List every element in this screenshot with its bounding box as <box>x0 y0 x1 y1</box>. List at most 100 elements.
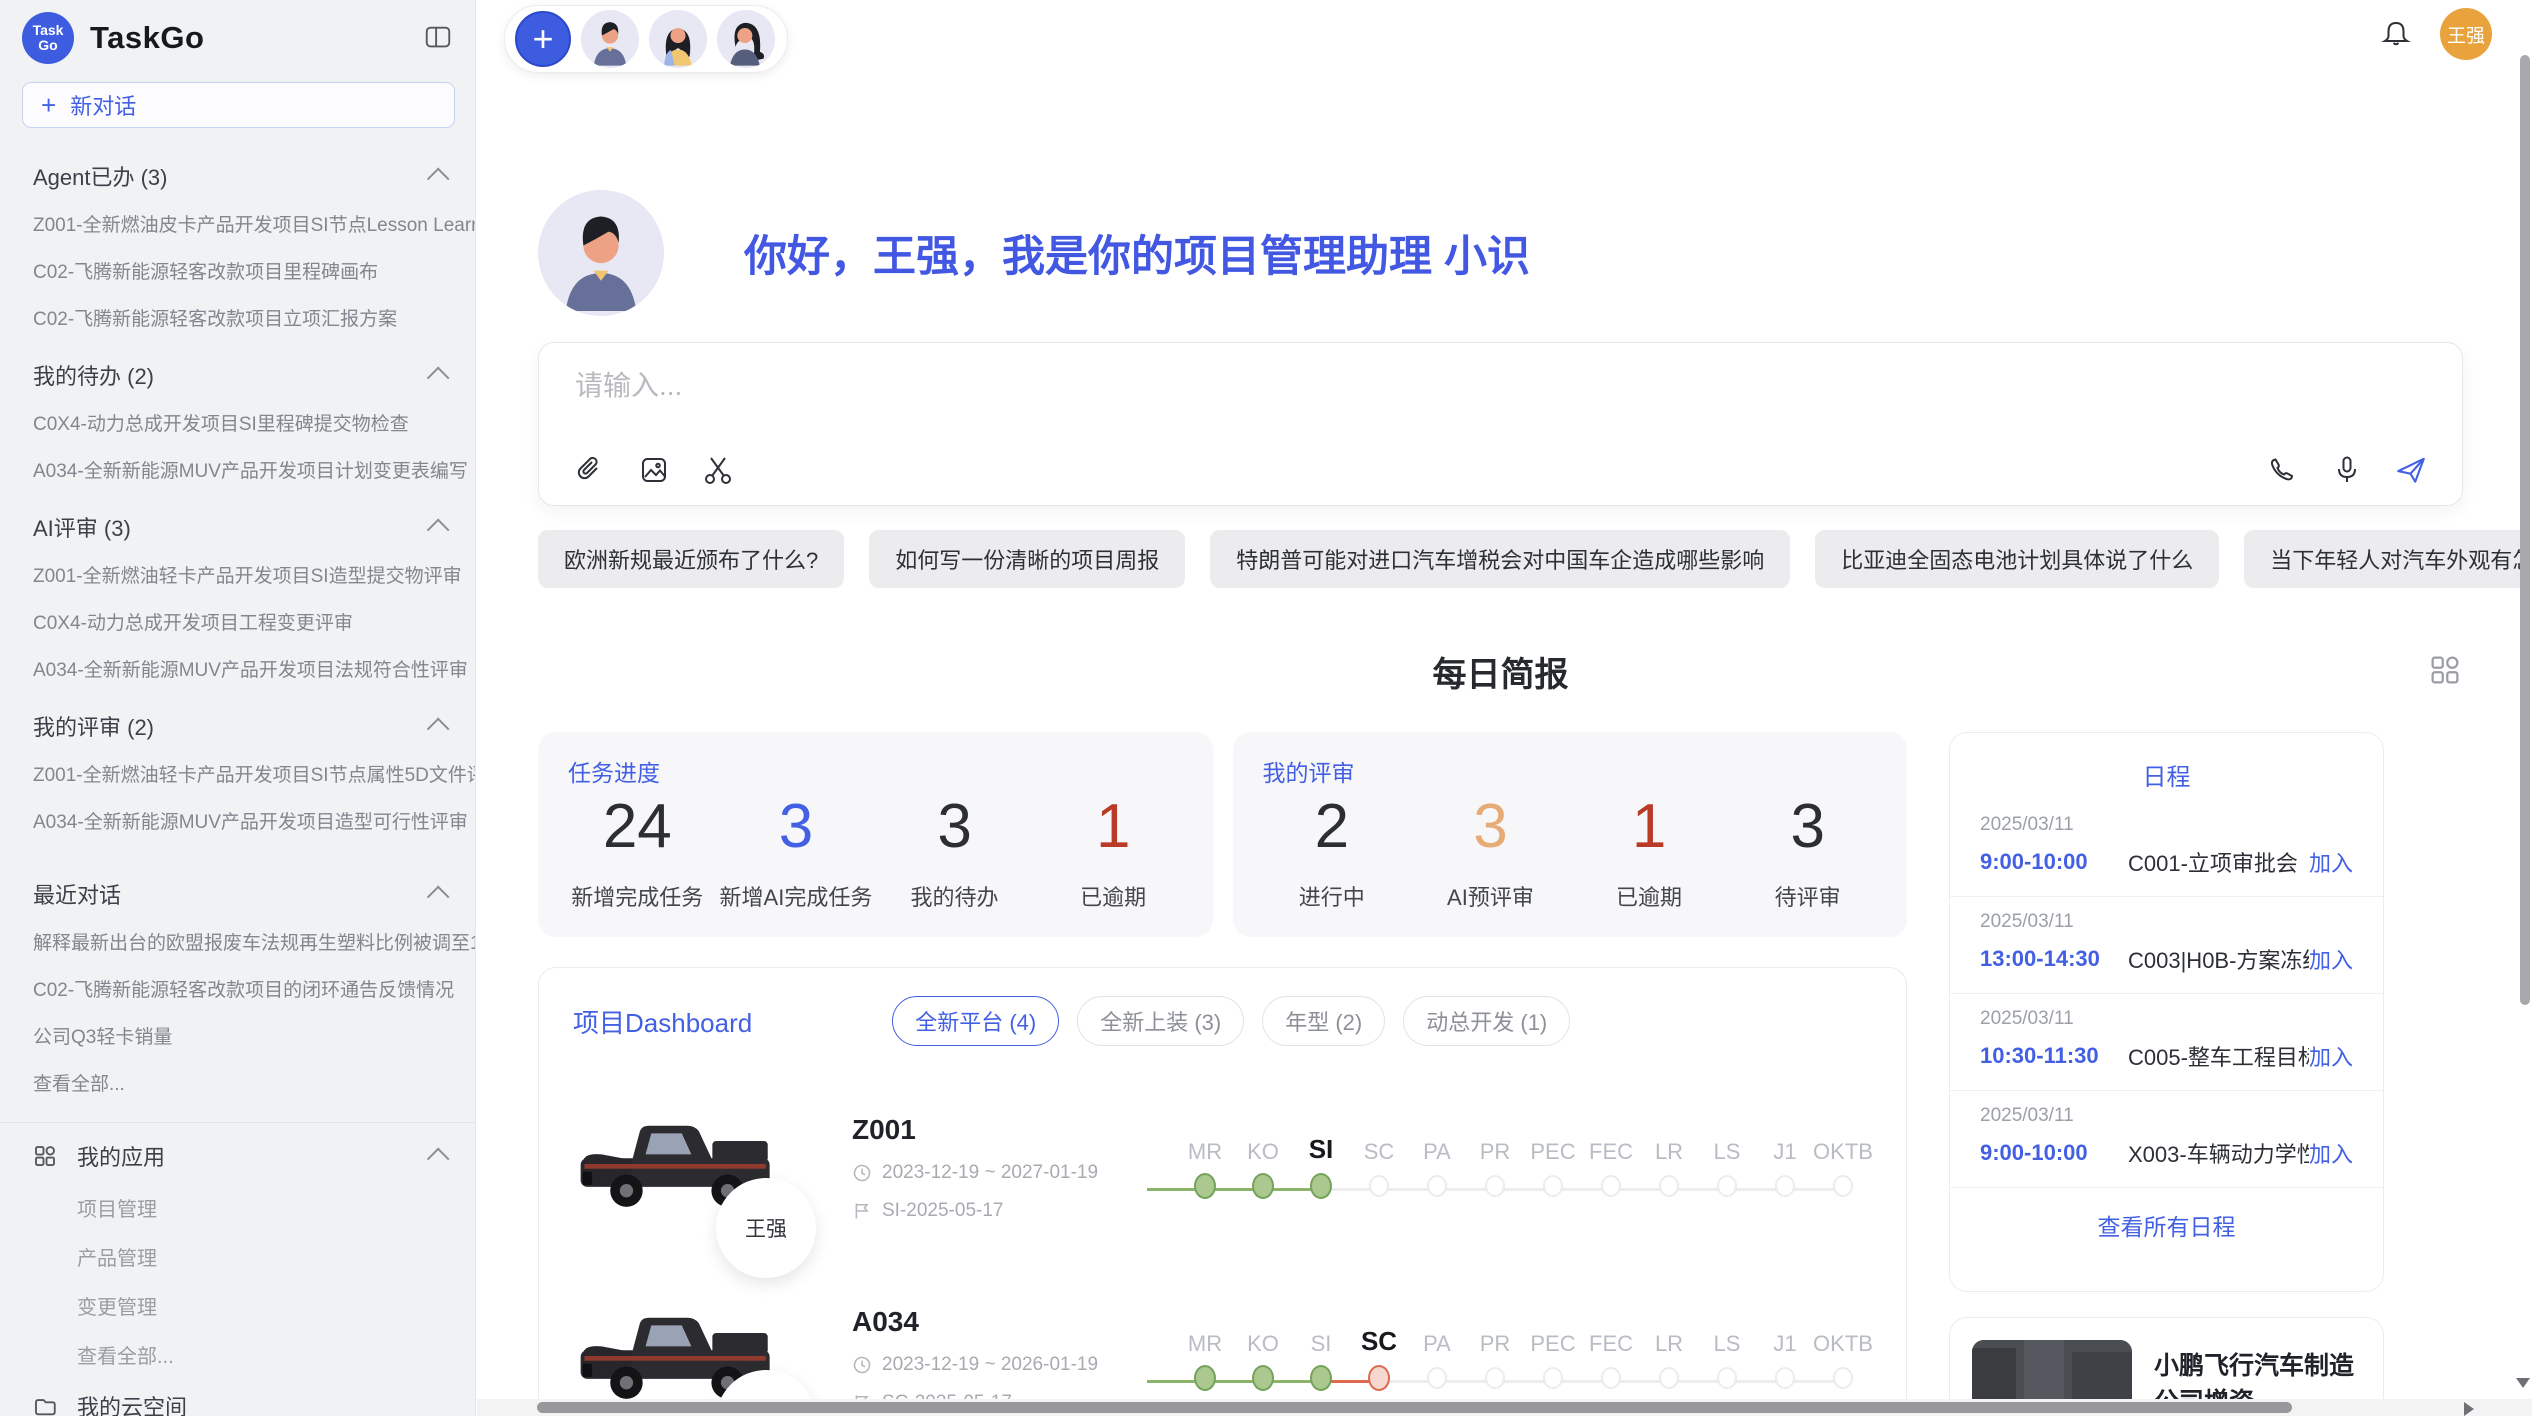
message-composer <box>538 342 2463 506</box>
my-apps-label: 我的应用 <box>77 1140 165 1172</box>
horizontal-scrollbar-thumb[interactable] <box>537 1402 2292 1413</box>
event-title: C001-立项审批会 <box>2128 846 2309 878</box>
sidebar-item[interactable]: A034-全新新能源MUV产品开发项目计划变更表编写 <box>0 446 475 493</box>
milestone-node <box>1601 1175 1621 1197</box>
milestone-label: PEC <box>1530 1131 1575 1165</box>
event-title: X003-车辆动力学性能验... <box>2128 1137 2309 1169</box>
stat-label: 新增AI完成任务 <box>720 880 873 912</box>
section-my-review-list: Z001-全新燃油轻卡产品开发项目SI节点属性5D文件评审A034-全新新能源M… <box>0 750 475 844</box>
section-label: 最近对话 <box>33 878 121 910</box>
milestone-track: MR KO SI <box>1142 1131 1872 1199</box>
recent-chat-item[interactable]: C02-飞腾新能源轻客改款项目的闭环通告反馈情况 <box>0 965 475 1012</box>
briefing-title: 每日简报 <box>1433 647 1569 696</box>
suggestion-chip[interactable]: 当下年轻人对汽车外观有怎样的喜好趋势 <box>2244 530 2520 588</box>
sidebar-item[interactable]: A034-全新新能源MUV产品开发项目法规符合性评审 <box>0 645 475 692</box>
sidebar-item[interactable]: C02-飞腾新能源轻客改款项目立项汇报方案 <box>0 294 475 341</box>
recent-chat-item[interactable]: 公司Q3轻卡销量 <box>0 1012 475 1059</box>
section-my-review[interactable]: 我的评审 (2) <box>0 692 475 750</box>
new-chat-button[interactable]: + 新对话 <box>22 82 455 128</box>
stats-row: 任务进度 24 新增完成任务 3 <box>538 732 1907 937</box>
sidebar-item[interactable]: C0X4-动力总成开发项目工程变更评审 <box>0 598 475 645</box>
image-icon[interactable] <box>637 453 671 487</box>
sidebar-item[interactable]: Z001-全新燃油皮卡产品开发项目SI节点Lesson Learn报告 <box>0 200 475 247</box>
milestone-label: PR <box>1480 1323 1511 1357</box>
main-area: + 王强 你好，王强，我是你的项目管理助理 小识 <box>477 0 2520 1416</box>
sidebar-item[interactable]: Z001-全新燃油轻卡产品开发项目SI造型提交物评审 <box>0 551 475 598</box>
project-row[interactable]: 王强 A034 2023-12-19 ~ 2026-01-19 <box>573 1290 1872 1416</box>
recent-chats-list: 解释最新出台的欧盟报废车法规再生塑料比例被调至15%...C02-飞腾新能源轻客… <box>0 918 475 1059</box>
sidebar-item-my-apps[interactable]: 我的应用 <box>0 1129 475 1183</box>
app-item[interactable]: 产品管理 <box>0 1232 475 1281</box>
scroll-down-arrow[interactable] <box>2516 1378 2530 1388</box>
phone-call-icon[interactable] <box>2266 453 2300 487</box>
sidebar-item[interactable]: Z001-全新燃油轻卡产品开发项目SI节点属性5D文件评审 <box>0 750 475 797</box>
left-column: 任务进度 24 新增完成任务 3 <box>538 732 1907 1416</box>
chevron-up-icon <box>427 168 450 191</box>
scissors-icon[interactable] <box>701 453 735 487</box>
section-my-todo[interactable]: 我的待办 (2) <box>0 341 475 399</box>
dashboard-tab[interactable]: 年型 (2) <box>1262 996 1385 1046</box>
notification-bell-icon[interactable] <box>2380 18 2412 50</box>
stat-label: 待评审 <box>1775 880 1841 912</box>
section-ai-review[interactable]: AI评审 (3) <box>0 493 475 551</box>
milestone-label: PA <box>1423 1323 1451 1357</box>
milestone-label: J1 <box>1773 1131 1796 1165</box>
suggestion-chip[interactable]: 特朗普可能对进口汽车增税会对中国车企造成哪些影响 <box>1210 530 1790 588</box>
app-item[interactable]: 变更管理 <box>0 1281 475 1330</box>
user-avatar[interactable]: 王强 <box>2440 8 2492 60</box>
section-agent-done[interactable]: Agent已办 (3) <box>0 142 475 200</box>
attachment-icon[interactable] <box>573 453 607 487</box>
agent-avatar[interactable] <box>649 10 707 68</box>
layout-grid-icon[interactable] <box>2427 652 2463 688</box>
join-button[interactable]: 加入 <box>2309 943 2353 975</box>
chevron-up-icon <box>427 1148 450 1171</box>
sidebar-item[interactable]: A034-全新新能源MUV产品开发项目造型可行性评审 <box>0 797 475 844</box>
send-icon[interactable] <box>2394 453 2428 487</box>
microphone-icon[interactable] <box>2330 453 2364 487</box>
scroll-right-arrow[interactable] <box>2464 1402 2474 1416</box>
sidebar-collapse-icon[interactable] <box>421 20 455 54</box>
assistant-avatar <box>538 190 664 316</box>
recent-chat-item[interactable]: 解释最新出台的欧盟报废车法规再生塑料比例被调至15%... <box>0 918 475 965</box>
suggestion-chip[interactable]: 如何写一份清晰的项目周报 <box>869 530 1185 588</box>
join-button[interactable]: 加入 <box>2309 1040 2353 1072</box>
suggestion-chip[interactable]: 欧洲新规最近颁布了什么? <box>538 530 844 588</box>
stat-value: 3 <box>779 796 813 858</box>
sidebar-item[interactable]: C0X4-动力总成开发项目SI里程碑提交物检查 <box>0 399 475 446</box>
section-my-todo-list: C0X4-动力总成开发项目SI里程碑提交物检查A034-全新新能源MUV产品开发… <box>0 399 475 493</box>
dashboard-tab[interactable]: 全新上装 (3) <box>1077 996 1244 1046</box>
suggestion-chip[interactable]: 比亚迪全固态电池计划具体说了什么 <box>1815 530 2219 588</box>
section-label: 我的待办 (2) <box>33 359 154 391</box>
sidebar-item[interactable]: C02-飞腾新能源轻客改款项目里程碑画布 <box>0 247 475 294</box>
agent-avatar[interactable] <box>581 10 639 68</box>
dashboard-header: 项目Dashboard 全新平台 (4)全新上装 (3)年型 (2)动总开发 (… <box>573 996 1872 1046</box>
milestone-node <box>1310 1173 1332 1199</box>
message-input[interactable] <box>573 369 2428 403</box>
schedule-list: 2025/03/11 9:00-10:00 C001-立项审批会 加入 <box>1950 800 2383 1188</box>
dashboard-tab[interactable]: 动总开发 (1) <box>1403 996 1570 1046</box>
join-button[interactable]: 加入 <box>2309 1137 2353 1169</box>
agent-avatar[interactable] <box>717 10 775 68</box>
composer-toolbar <box>573 453 2428 487</box>
project-row[interactable]: 王强 Z001 2023-12-19 ~ 2027-01-19 <box>573 1098 1872 1238</box>
greeting-block: 你好，王强，我是你的项目管理助理 小识 <box>538 188 2463 318</box>
add-agent-button[interactable]: + <box>515 11 571 67</box>
divider <box>0 1122 475 1123</box>
join-button[interactable]: 加入 <box>2309 846 2353 878</box>
apps-view-all-link[interactable]: 查看全部... <box>0 1330 475 1379</box>
milestone-label: LS <box>1714 1131 1741 1165</box>
stat-value: 2 <box>1315 796 1349 858</box>
vertical-scrollbar-thumb[interactable] <box>2520 55 2530 1005</box>
section-recent-chats[interactable]: 最近对话 <box>0 844 475 918</box>
dashboard-tab[interactable]: 全新平台 (4) <box>892 996 1059 1046</box>
milestone-label: J1 <box>1773 1323 1796 1357</box>
view-all-schedule-link[interactable]: 查看所有日程 <box>1950 1188 2383 1262</box>
milestone-label: SC <box>1361 1323 1397 1357</box>
suggestion-chips: 欧洲新规最近颁布了什么? 如何写一份清晰的项目周报特朗普可能对进口汽车增税会对中国… <box>538 530 2463 588</box>
project-info: Z001 2023-12-19 ~ 2027-01-19 SI-2025-05-… <box>852 1114 1142 1222</box>
milestone: OKTB <box>1814 1131 1872 1199</box>
recent-view-all-link[interactable]: 查看全部... <box>0 1059 475 1106</box>
milestone-label: KO <box>1247 1131 1279 1165</box>
app-item[interactable]: 项目管理 <box>0 1183 475 1232</box>
sidebar-item-cloud-space[interactable]: 我的云空间 <box>0 1379 475 1416</box>
